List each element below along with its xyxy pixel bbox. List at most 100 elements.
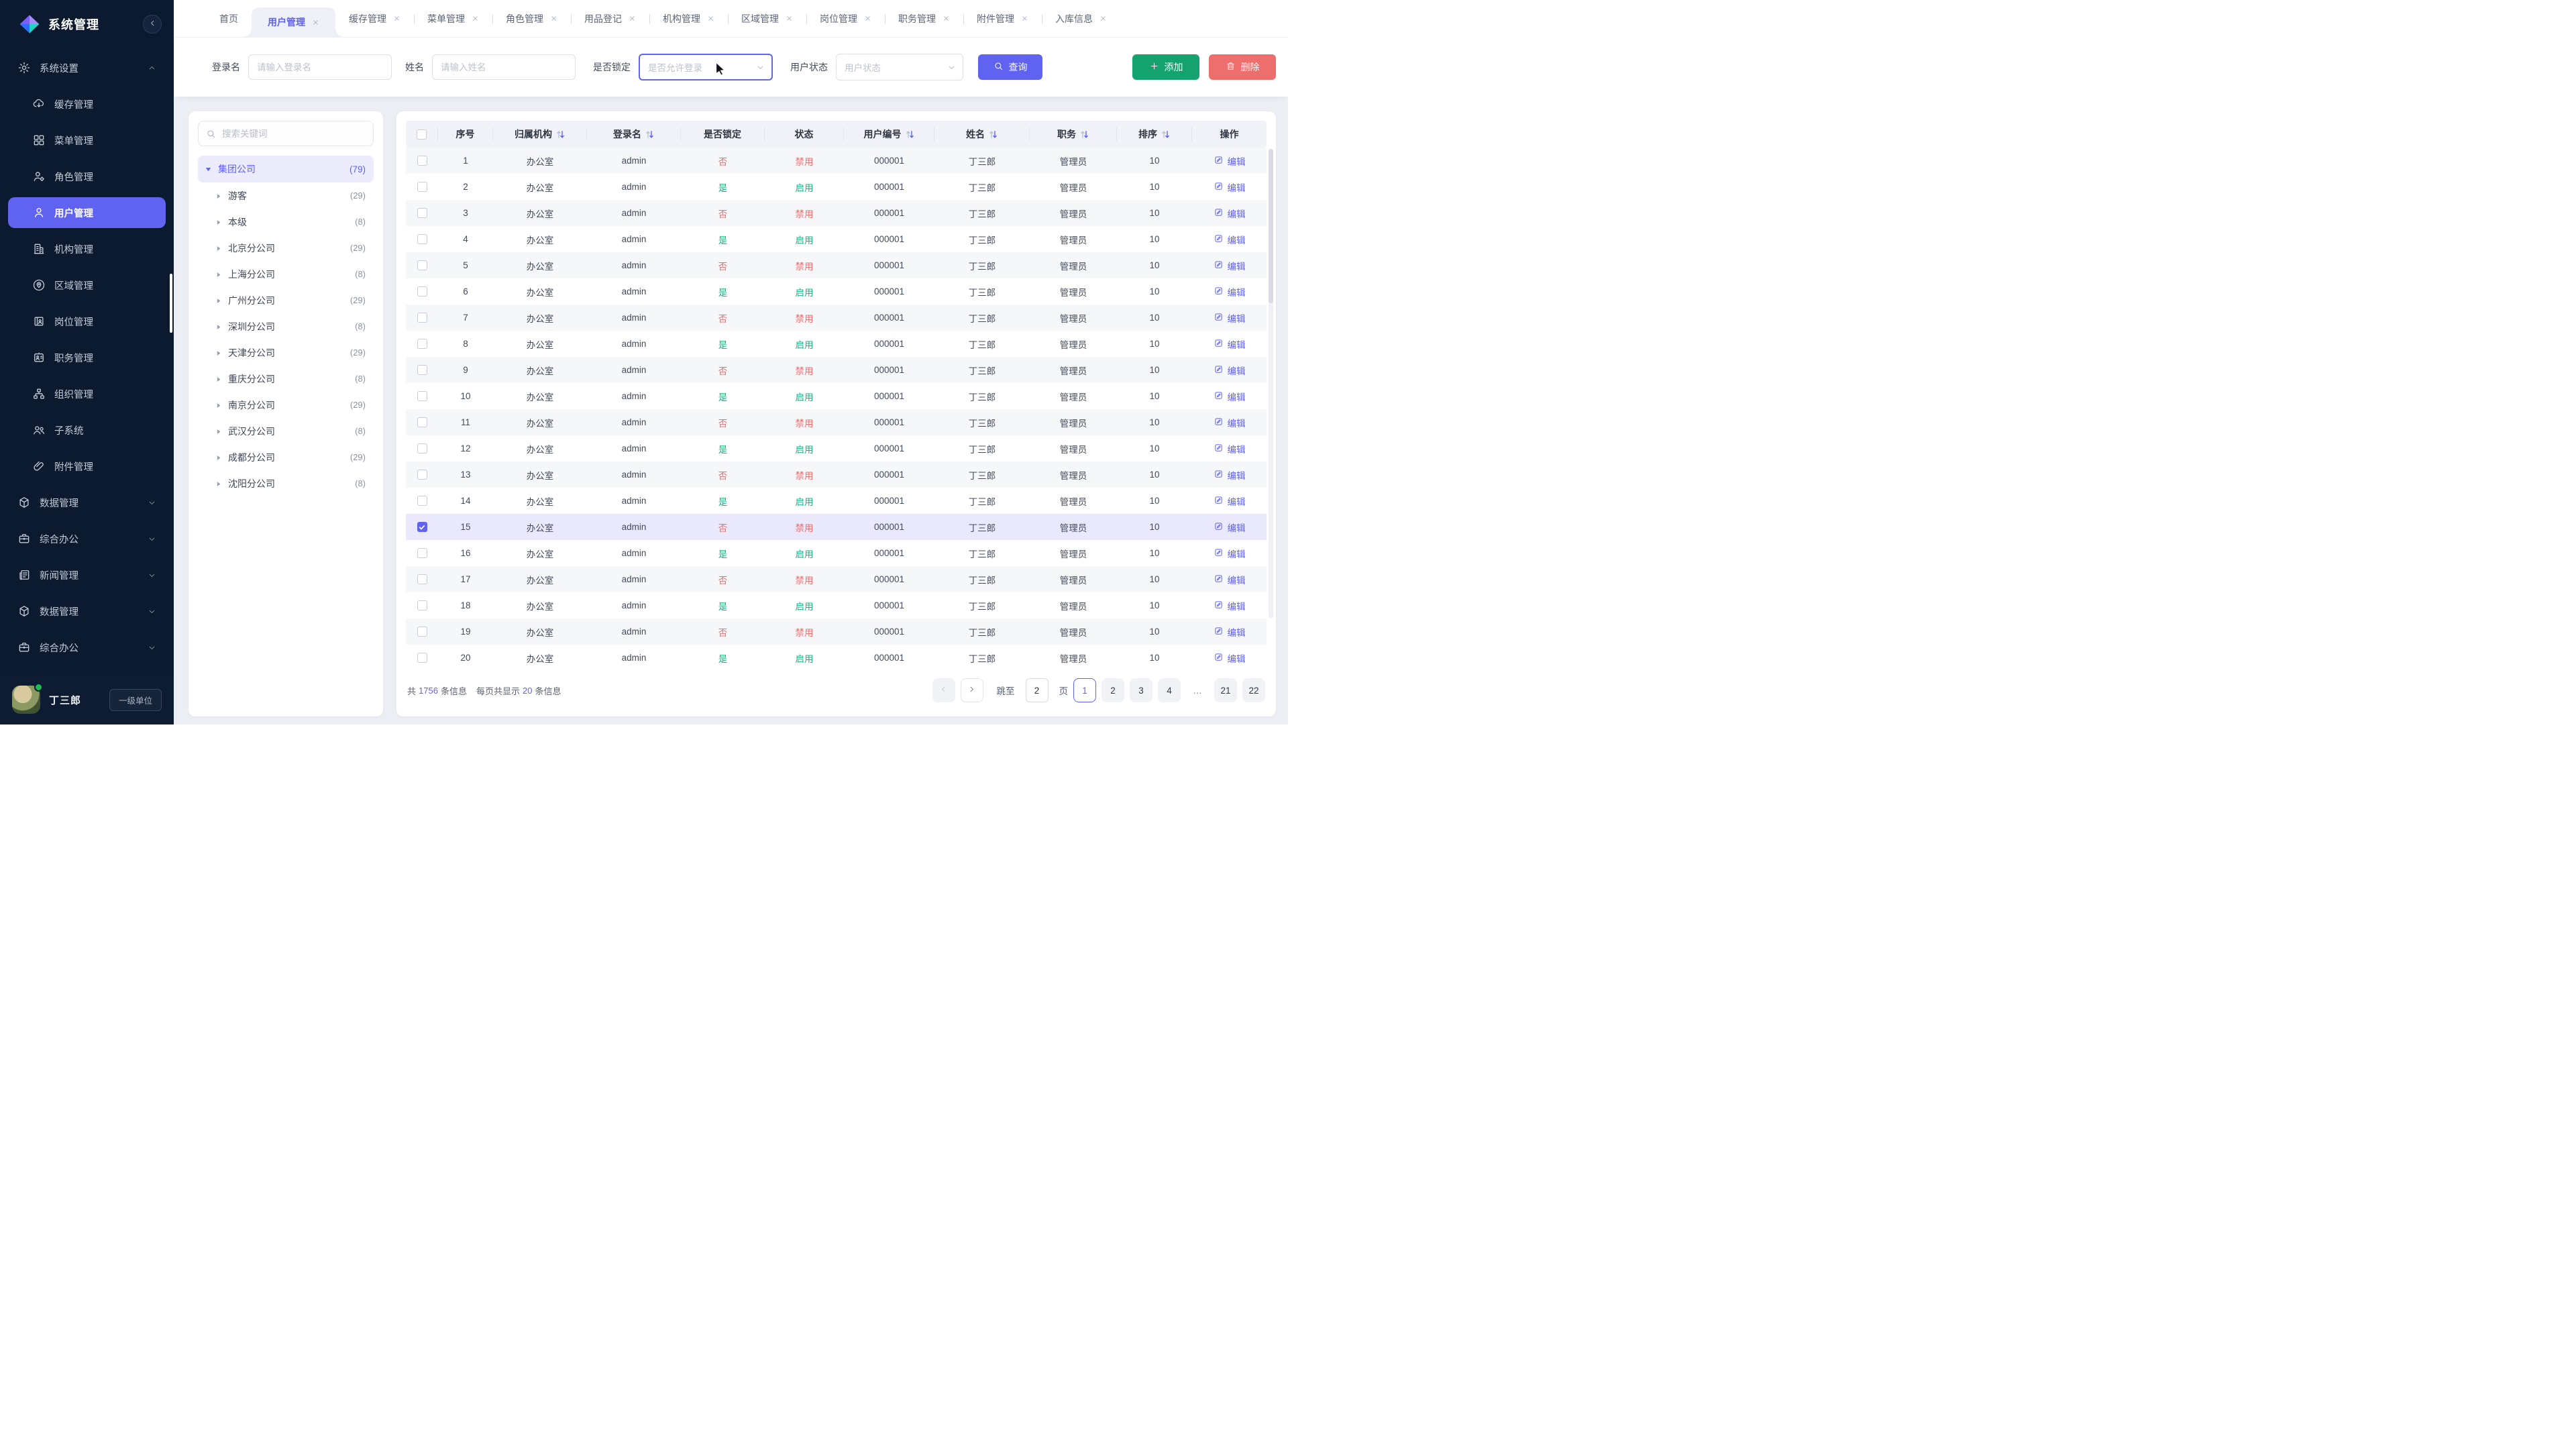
table-row[interactable]: 11 办公室 admin 否 禁用 000001 丁三郎 管理员 10 — [406, 409, 1267, 435]
table-row[interactable]: 5 办公室 admin 否 禁用 000001 丁三郎 管理员 10 — [406, 252, 1267, 278]
page-number-button[interactable]: 3 — [1130, 678, 1152, 702]
table-row[interactable]: 9 办公室 admin 否 禁用 000001 丁三郎 管理员 10 — [406, 357, 1267, 383]
column-header[interactable]: 职务 — [1030, 127, 1117, 142]
table-row[interactable]: 7 办公室 admin 否 禁用 000001 丁三郎 管理员 10 — [406, 305, 1267, 331]
column-header[interactable]: 归属机构 — [493, 127, 587, 142]
page-number-button[interactable]: 22 — [1242, 678, 1265, 702]
page-number-button[interactable]: 4 — [1158, 678, 1181, 702]
row-checkbox[interactable] — [417, 574, 427, 584]
tree-node[interactable]: 广州分公司 (29) — [198, 287, 374, 313]
table-row[interactable]: 12 办公室 admin 是 启用 000001 丁三郎 管理员 10 — [406, 435, 1267, 462]
tree-node[interactable]: 游客 (29) — [198, 182, 374, 209]
status-select[interactable]: 用户状态 — [836, 54, 963, 80]
table-row[interactable]: 10 办公室 admin 是 启用 000001 丁三郎 管理员 10 — [406, 383, 1267, 409]
row-checkbox[interactable] — [417, 627, 427, 637]
table-row[interactable]: 1 办公室 admin 否 禁用 000001 丁三郎 管理员 10 — [406, 148, 1267, 174]
column-header[interactable]: 状态 — [765, 127, 844, 142]
page-number-button[interactable]: 1 — [1073, 678, 1096, 702]
tree-node[interactable]: 沈阳分公司 (8) — [198, 470, 374, 496]
table-row[interactable]: 2 办公室 admin 是 启用 000001 丁三郎 管理员 10 — [406, 174, 1267, 200]
sidebar-item[interactable]: 子系统 — [0, 412, 174, 448]
edit-button[interactable]: 编辑 — [1214, 337, 1246, 351]
page-number-button[interactable]: … — [1186, 678, 1209, 702]
row-checkbox[interactable] — [417, 365, 427, 375]
row-checkbox[interactable] — [417, 313, 427, 323]
tab[interactable]: 入库信息 — [1042, 0, 1120, 37]
edit-button[interactable]: 编辑 — [1214, 285, 1246, 299]
sidebar-item[interactable]: 数据管理 — [0, 484, 174, 521]
sidebar-item[interactable]: 组织管理 — [0, 376, 174, 412]
table-row[interactable]: 8 办公室 admin 是 启用 000001 丁三郎 管理员 10 — [406, 331, 1267, 357]
row-checkbox[interactable] — [417, 470, 427, 480]
edit-button[interactable]: 编辑 — [1214, 599, 1246, 612]
sidebar-item[interactable]: 数据管理 — [0, 593, 174, 629]
column-header[interactable]: 姓名 — [934, 127, 1030, 142]
tab[interactable]: 用品登记 — [571, 0, 649, 37]
table-scrollbar-thumb[interactable] — [1269, 149, 1273, 303]
edit-button[interactable]: 编辑 — [1214, 547, 1246, 560]
tree-node[interactable]: 成都分公司 (29) — [198, 444, 374, 470]
edit-button[interactable]: 编辑 — [1214, 651, 1246, 665]
select-all-checkbox[interactable] — [417, 129, 427, 140]
tree-node[interactable]: 上海分公司 (8) — [198, 261, 374, 287]
name-input[interactable] — [432, 54, 576, 80]
edit-button[interactable]: 编辑 — [1214, 573, 1246, 586]
edit-button[interactable]: 编辑 — [1214, 625, 1246, 639]
sidebar-item[interactable]: 菜单管理 — [0, 122, 174, 158]
tab[interactable]: 菜单管理 — [414, 0, 492, 37]
sidebar-item[interactable]: 新闻管理 — [0, 557, 174, 593]
tab-close-icon[interactable] — [1021, 15, 1028, 22]
sidebar-item[interactable]: 缓存管理 — [0, 86, 174, 122]
column-header[interactable]: 操作 — [1192, 127, 1267, 142]
jump-page-input[interactable] — [1026, 678, 1049, 702]
tab-close-icon[interactable] — [312, 19, 319, 26]
tab[interactable]: 机构管理 — [649, 0, 728, 37]
search-button[interactable]: 查询 — [978, 54, 1042, 80]
avatar[interactable] — [12, 686, 40, 714]
page-number-button[interactable]: 2 — [1102, 678, 1124, 702]
delete-button[interactable]: 删除 — [1209, 54, 1276, 80]
tab-close-icon[interactable] — [786, 15, 793, 22]
edit-button[interactable]: 编辑 — [1214, 390, 1246, 403]
row-checkbox[interactable] — [417, 260, 427, 270]
table-row[interactable]: 13 办公室 admin 否 禁用 000001 丁三郎 管理员 10 — [406, 462, 1267, 488]
row-checkbox[interactable] — [417, 391, 427, 401]
sort-icon[interactable] — [645, 129, 654, 140]
edit-button[interactable]: 编辑 — [1214, 521, 1246, 534]
column-header[interactable]: 序号 — [438, 127, 493, 142]
tree-node[interactable]: 深圳分公司 (8) — [198, 313, 374, 339]
tab-close-icon[interactable] — [864, 15, 871, 22]
table-row[interactable]: 20 办公室 admin 是 启用 000001 丁三郎 管理员 10 — [406, 645, 1267, 671]
edit-button[interactable]: 编辑 — [1214, 494, 1246, 508]
tab-close-icon[interactable] — [629, 15, 636, 22]
edit-button[interactable]: 编辑 — [1214, 154, 1246, 168]
sidebar-item[interactable]: 岗位管理 — [0, 303, 174, 339]
row-checkbox[interactable] — [417, 156, 427, 166]
edit-button[interactable]: 编辑 — [1214, 311, 1246, 325]
column-header[interactable]: 排序 — [1117, 127, 1192, 142]
sidebar-item[interactable]: 附件管理 — [0, 448, 174, 484]
edit-button[interactable]: 编辑 — [1214, 180, 1246, 194]
edit-button[interactable]: 编辑 — [1214, 468, 1246, 482]
edit-button[interactable]: 编辑 — [1214, 416, 1246, 429]
row-checkbox[interactable] — [417, 548, 427, 558]
sidebar-item[interactable]: 机构管理 — [0, 231, 174, 267]
table-row[interactable]: 19 办公室 admin 否 禁用 000001 丁三郎 管理员 10 — [406, 619, 1267, 645]
column-header[interactable]: 是否锁定 — [681, 127, 765, 142]
tab[interactable]: 缓存管理 — [335, 0, 414, 37]
table-row[interactable]: 3 办公室 admin 否 禁用 000001 丁三郎 管理员 10 — [406, 200, 1267, 226]
tab-close-icon[interactable] — [393, 15, 400, 22]
user-unit-badge[interactable]: 一级单位 — [109, 689, 162, 711]
tab[interactable]: 职务管理 — [885, 0, 963, 37]
tab-close-icon[interactable] — [1099, 15, 1107, 22]
row-checkbox[interactable] — [417, 496, 427, 506]
row-checkbox[interactable] — [417, 600, 427, 610]
tree-node-root[interactable]: 集团公司 (79) — [198, 156, 374, 182]
sidebar-item[interactable]: 综合办公 — [0, 629, 174, 665]
row-checkbox[interactable] — [417, 339, 427, 349]
row-checkbox[interactable] — [417, 417, 427, 427]
next-page-button[interactable] — [961, 678, 983, 702]
tree-node[interactable]: 南京分公司 (29) — [198, 392, 374, 418]
row-checkbox[interactable] — [417, 443, 427, 453]
edit-button[interactable]: 编辑 — [1214, 233, 1246, 246]
